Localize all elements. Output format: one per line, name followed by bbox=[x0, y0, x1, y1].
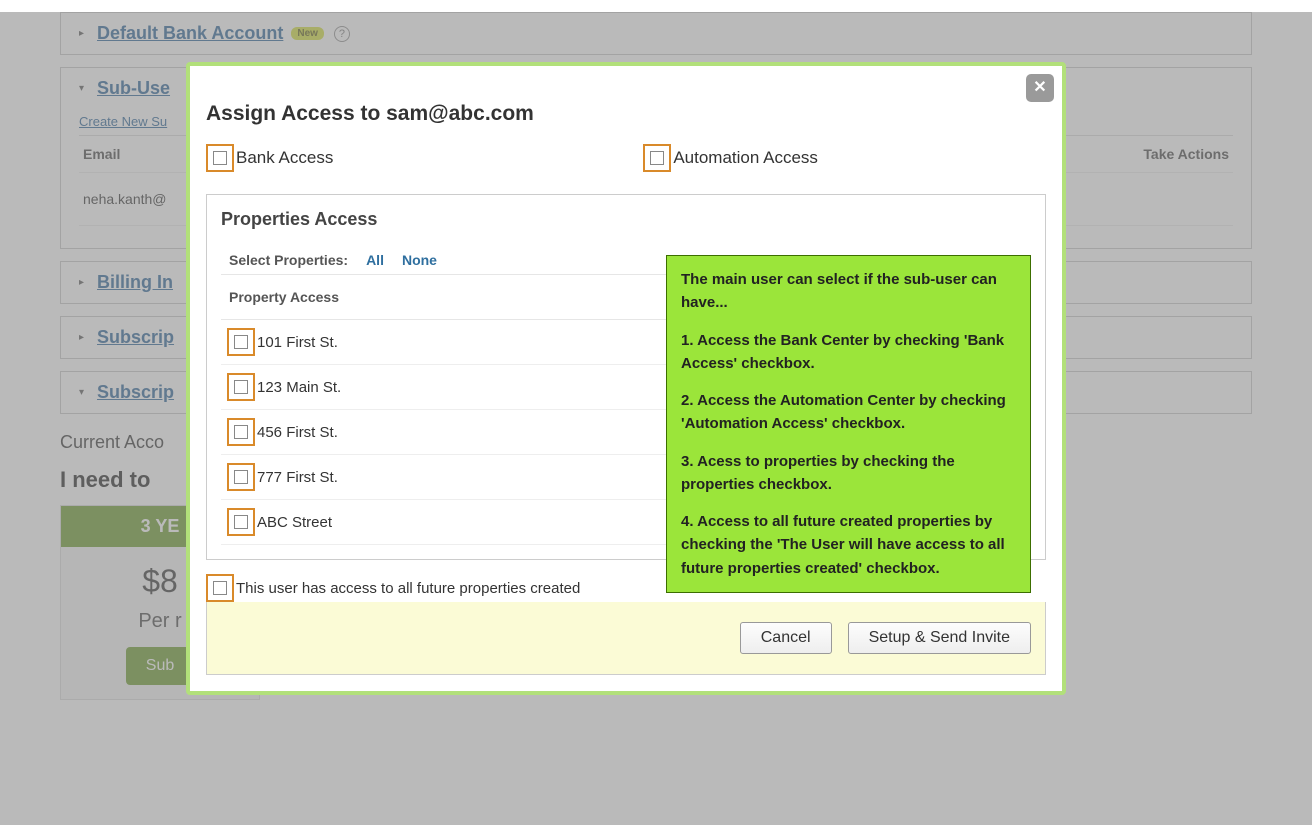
property-label: ABC Street bbox=[257, 514, 332, 531]
checkbox-icon[interactable] bbox=[206, 574, 234, 602]
property-label: 123 Main St. bbox=[257, 379, 341, 396]
bank-access-label: Bank Access bbox=[236, 148, 333, 168]
checkbox-icon[interactable] bbox=[227, 508, 255, 536]
callout-line: 4. Access to all future created properti… bbox=[681, 510, 1016, 580]
checkbox-icon[interactable] bbox=[227, 328, 255, 356]
checkbox-icon[interactable] bbox=[643, 144, 671, 172]
callout-intro: The main user can select if the sub-user… bbox=[681, 268, 1016, 315]
top-checkboxes: Bank Access Automation Access bbox=[206, 144, 1046, 172]
modal-title: Assign Access to sam@abc.com bbox=[206, 102, 1046, 126]
property-label: 777 First St. bbox=[257, 469, 338, 486]
property-label: 101 First St. bbox=[257, 334, 338, 351]
future-access-label: This user has access to all future prope… bbox=[236, 580, 580, 597]
close-icon[interactable]: ✕ bbox=[1026, 74, 1054, 102]
callout-line: 2. Access the Automation Center by check… bbox=[681, 389, 1016, 436]
checkbox-icon[interactable] bbox=[206, 144, 234, 172]
automation-access-checkbox[interactable]: Automation Access bbox=[643, 144, 818, 172]
modal-footer: Cancel Setup & Send Invite bbox=[206, 602, 1046, 675]
assign-access-modal: ✕ Assign Access to sam@abc.com Bank Acce… bbox=[186, 62, 1066, 695]
checkbox-icon[interactable] bbox=[227, 463, 255, 491]
checkbox-icon[interactable] bbox=[227, 373, 255, 401]
property-label: 456 First St. bbox=[257, 424, 338, 441]
select-properties-label: Select Properties: bbox=[229, 252, 348, 268]
help-callout: The main user can select if the sub-user… bbox=[666, 255, 1031, 593]
automation-access-label: Automation Access bbox=[673, 148, 818, 168]
setup-send-invite-button[interactable]: Setup & Send Invite bbox=[848, 622, 1031, 654]
select-none-link[interactable]: None bbox=[402, 252, 437, 268]
select-all-link[interactable]: All bbox=[366, 252, 384, 268]
callout-line: 3. Acess to properties by checking the p… bbox=[681, 450, 1016, 497]
checkbox-icon[interactable] bbox=[227, 418, 255, 446]
properties-title: Properties Access bbox=[221, 209, 1031, 230]
callout-line: 1. Access the Bank Center by checking 'B… bbox=[681, 329, 1016, 376]
bank-access-checkbox[interactable]: Bank Access bbox=[206, 144, 333, 172]
properties-access-box: Properties Access Select Properties: All… bbox=[206, 194, 1046, 560]
cancel-button[interactable]: Cancel bbox=[740, 622, 832, 654]
